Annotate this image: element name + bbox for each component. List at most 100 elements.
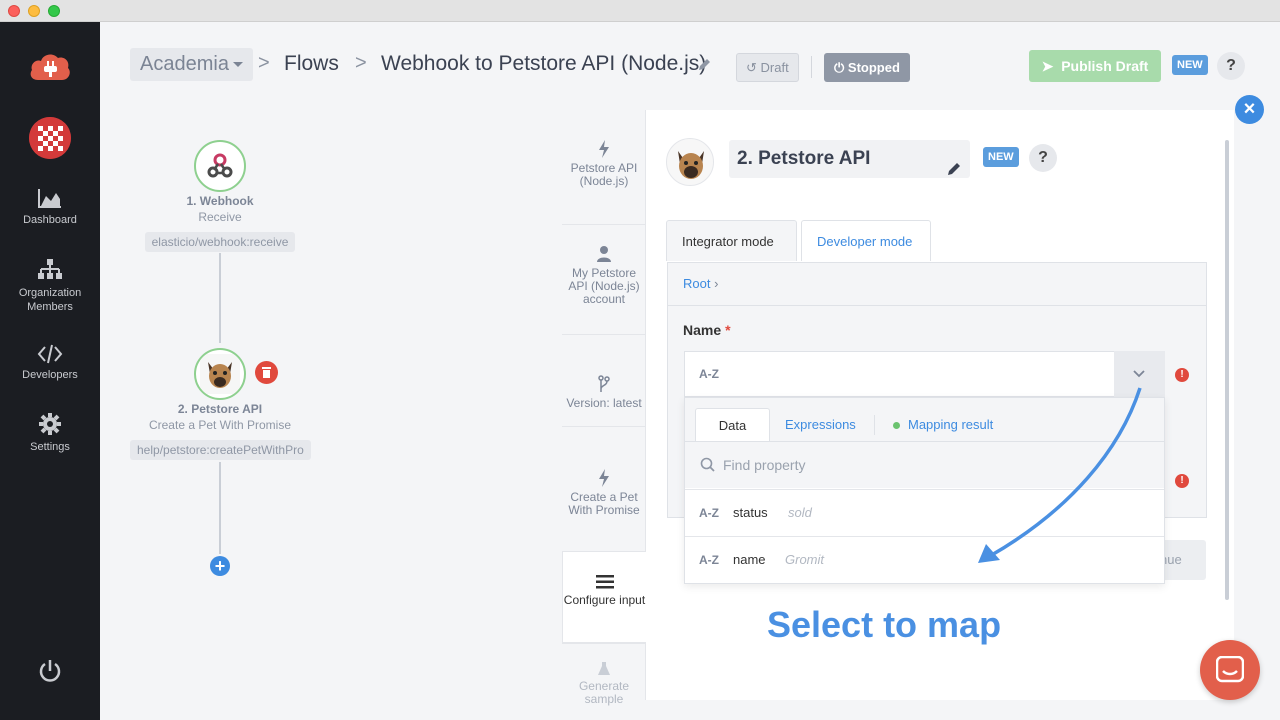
window-minimize-button[interactable] xyxy=(28,5,40,17)
node-tag: help/petstore:createPetWithPro xyxy=(130,440,311,460)
chat-icon xyxy=(1216,656,1244,683)
flow-connector xyxy=(219,462,221,554)
sidebar-item-settings[interactable]: Settings xyxy=(0,412,100,454)
step-navigation: Petstore API (Node.js) My Petstore API (… xyxy=(556,110,646,706)
flask-icon xyxy=(598,662,610,675)
node-subtitle: Create a Pet With Promise xyxy=(148,418,292,432)
property-type: A-Z xyxy=(699,506,719,520)
step-nav-label: Create a Pet With Promise xyxy=(568,490,640,517)
field-type-label: A-Z xyxy=(699,367,719,381)
window-titlebar xyxy=(0,0,1280,22)
list-icon xyxy=(595,575,614,589)
property-sample: sold xyxy=(788,505,812,520)
chart-area-icon xyxy=(38,189,61,208)
chat-button[interactable] xyxy=(1200,640,1260,700)
step-nav-label: My Petstore API (Node.js) account xyxy=(568,266,640,306)
organization-avatar[interactable] xyxy=(29,117,71,159)
draft-button[interactable]: ↺ Draft xyxy=(736,53,799,82)
step-nav-action[interactable]: Create a Pet With Promise xyxy=(562,426,646,552)
user-icon xyxy=(597,246,611,262)
breadcrumb-separator: > xyxy=(258,52,270,74)
bolt-icon xyxy=(599,140,609,158)
mapping-breadcrumb[interactable]: Root › xyxy=(683,276,718,291)
add-step-button[interactable]: + xyxy=(210,556,230,576)
chevron-down-icon xyxy=(1133,370,1145,378)
flow-node-webhook[interactable]: 1. Webhook Receive elasticio/webhook:rec… xyxy=(130,140,310,252)
flow-title: Webhook to Petstore API (Node.js) xyxy=(381,52,707,75)
paper-plane-icon: ➤ xyxy=(1041,58,1054,74)
tab-developer-mode[interactable]: Developer mode xyxy=(801,220,931,261)
branch-icon xyxy=(598,375,610,392)
node-tag: elasticio/webhook:receive xyxy=(144,232,296,252)
annotation-text: Select to map xyxy=(767,604,1002,645)
step-nav-label: Petstore API (Node.js) xyxy=(570,161,638,188)
publish-draft-button[interactable]: ➤ Publish Draft xyxy=(1029,50,1161,82)
sidebar-item-label: Dashboard xyxy=(23,214,77,226)
step-nav-label: Version: latest xyxy=(566,396,642,410)
bolt-icon xyxy=(599,469,609,487)
window-close-button[interactable] xyxy=(8,5,20,17)
help-button[interactable]: ? xyxy=(1217,52,1245,80)
new-badge: NEW xyxy=(1172,55,1208,75)
window-zoom-button[interactable] xyxy=(48,5,60,17)
org-select[interactable]: Academia xyxy=(130,48,253,81)
step-nav-component[interactable]: Petstore API (Node.js) xyxy=(562,130,646,230)
property-type: A-Z xyxy=(699,553,719,567)
new-badge: NEW xyxy=(983,147,1019,167)
property-name: status xyxy=(733,505,768,520)
popup-tab-data[interactable]: Data xyxy=(695,408,770,441)
gear-icon xyxy=(39,413,61,435)
step-nav-label: Configure input xyxy=(563,593,646,607)
cloud-plug-logo-icon[interactable] xyxy=(28,50,72,84)
caret-down-icon xyxy=(232,62,243,68)
sidebar-item-organization-members[interactable]: Organization Members xyxy=(0,258,100,314)
stopped-button[interactable]: ⏻ Stopped xyxy=(824,53,910,82)
flow-node-petstore[interactable]: 2. Petstore API Create a Pet With Promis… xyxy=(130,348,311,460)
step-nav-generate-sample[interactable]: Generate sample xyxy=(562,643,646,706)
delete-step-button[interactable] xyxy=(255,361,278,384)
help-button[interactable]: ? xyxy=(1029,144,1057,172)
continue-button[interactable]: nue xyxy=(1160,540,1206,580)
sitemap-icon xyxy=(38,259,62,279)
dog-avatar-icon xyxy=(194,348,246,400)
header: Academia > Flows > Webhook to Petstore A… xyxy=(100,22,1280,110)
node-subtitle: Receive xyxy=(198,210,242,224)
node-title: 1. Webhook xyxy=(186,194,254,208)
status-dot-icon xyxy=(893,422,900,430)
breadcrumb-flows-link[interactable]: Flows xyxy=(284,52,339,76)
stopped-label: Stopped xyxy=(847,60,900,75)
divider xyxy=(668,305,1206,306)
undo-icon: ↺ xyxy=(746,60,757,75)
step-name-field[interactable]: 2. Petstore API xyxy=(729,140,970,178)
annotation-arrow-icon xyxy=(978,387,1142,563)
close-panel-button[interactable]: × xyxy=(1235,95,1264,124)
pencil-icon[interactable] xyxy=(698,58,711,76)
pencil-icon[interactable] xyxy=(947,152,961,190)
code-icon xyxy=(37,344,63,364)
power-icon[interactable] xyxy=(37,658,63,689)
sidebar-item-dashboard[interactable]: Dashboard xyxy=(0,187,100,227)
popup-tab-expressions[interactable]: Expressions xyxy=(785,408,856,441)
dog-avatar-icon xyxy=(666,138,714,186)
sidebar-item-developers[interactable]: Developers xyxy=(0,344,100,382)
step-nav-configure-input[interactable]: Configure input xyxy=(562,551,646,643)
tab-divider xyxy=(874,415,875,435)
error-icon: ! xyxy=(1175,368,1189,382)
required-marker: * xyxy=(725,322,731,338)
header-divider xyxy=(811,56,812,78)
error-icon: ! xyxy=(1175,474,1189,488)
webhook-icon xyxy=(194,140,246,192)
org-select-label: Academia xyxy=(140,53,229,75)
step-nav-credentials[interactable]: My Petstore API (Node.js) account xyxy=(562,224,646,334)
trash-icon xyxy=(262,367,271,378)
node-title: 2. Petstore API xyxy=(177,402,263,416)
step-nav-version[interactable]: Version: latest xyxy=(562,334,646,426)
sidebar-item-label: Organization Members xyxy=(18,287,82,313)
property-sample: Gromit xyxy=(785,552,824,567)
panel-scrollbar[interactable] xyxy=(1225,140,1229,600)
property-name: name xyxy=(733,552,766,567)
tab-integrator-mode[interactable]: Integrator mode xyxy=(666,220,797,261)
flow-connector xyxy=(219,253,221,343)
field-label: Name * xyxy=(683,322,731,338)
step-nav-label: Generate sample xyxy=(578,679,630,706)
